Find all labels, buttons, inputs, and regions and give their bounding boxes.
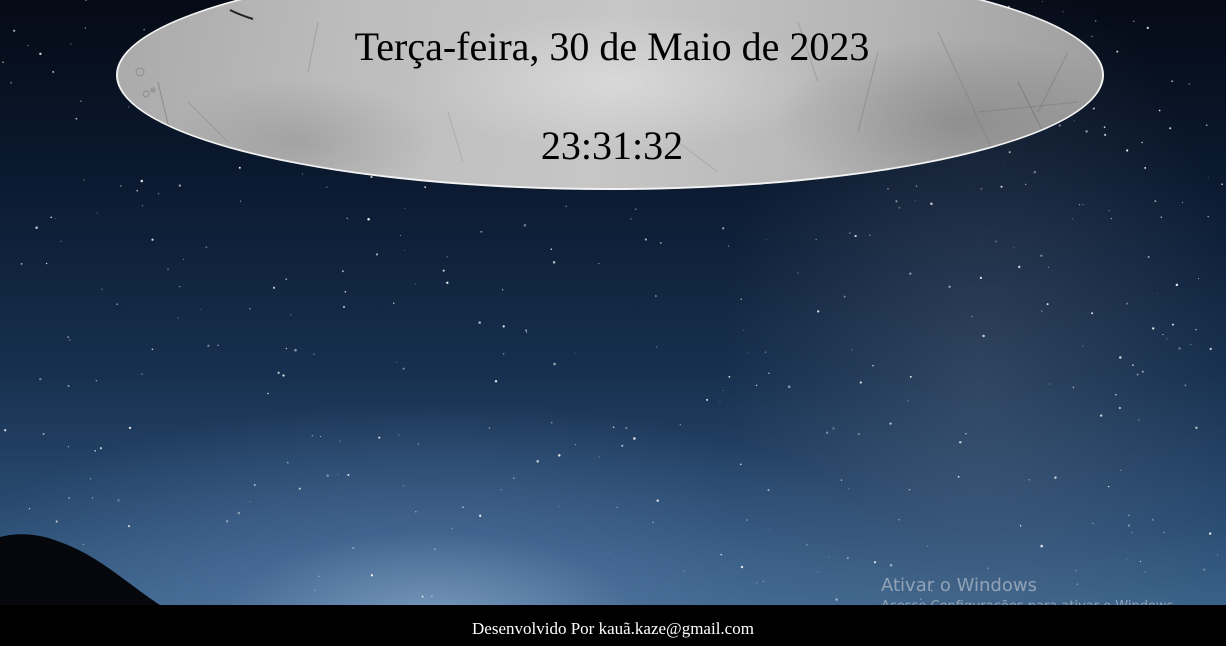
footer-credit: Desenvolvido Por kauã.kaze@gmail.com <box>472 619 754 638</box>
clock-panel: Terça-feira, 30 de Maio de 2023 23:31:32 <box>116 0 1104 190</box>
current-time: 23:31:32 <box>540 123 684 168</box>
activation-title: Ativar o Windows <box>881 575 1037 596</box>
current-date: Terça-feira, 30 de Maio de 2023 <box>354 24 870 69</box>
footer: Desenvolvido Por kauã.kaze@gmail.com <box>0 605 1226 646</box>
